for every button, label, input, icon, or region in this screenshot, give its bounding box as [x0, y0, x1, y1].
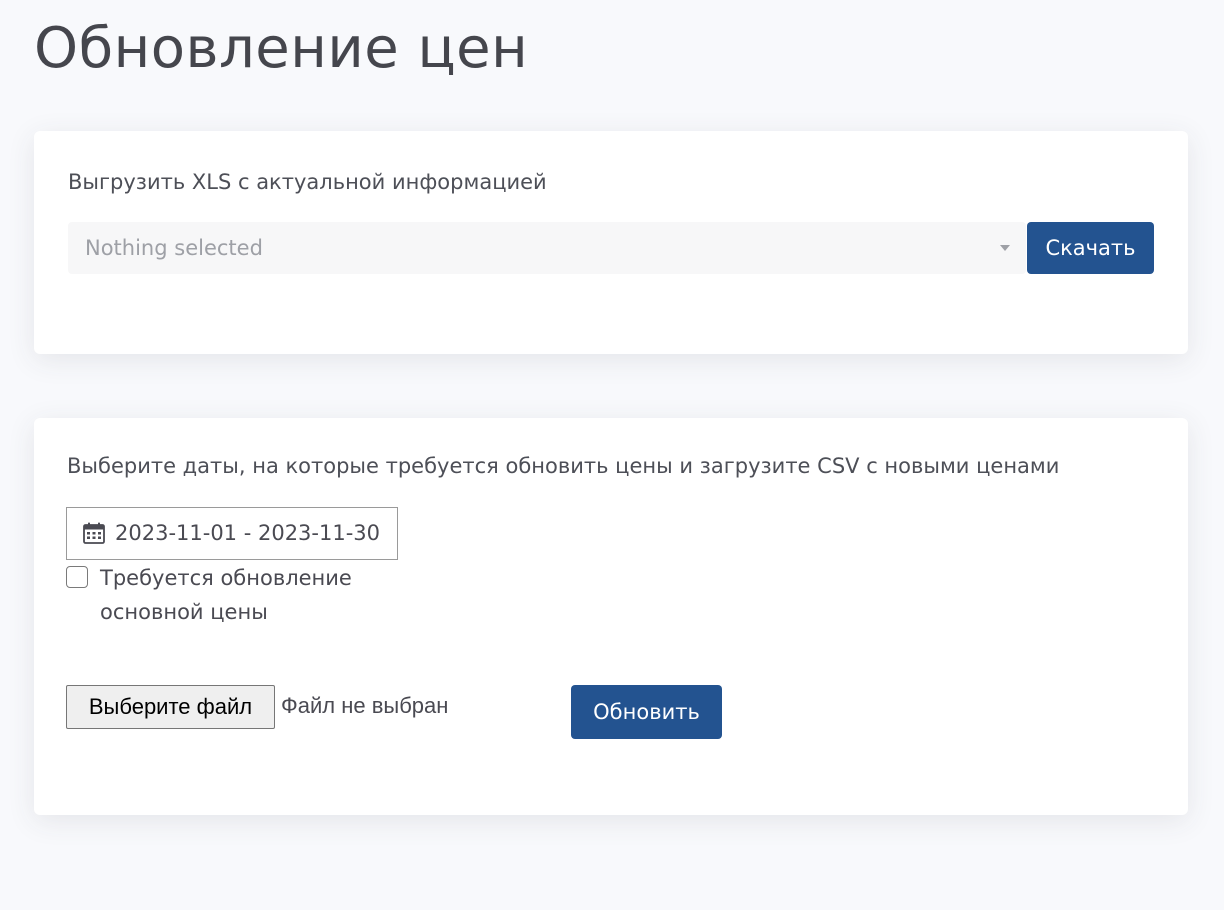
- page-title: Обновление цен: [34, 16, 529, 81]
- date-range-value: 2023-11-01 - 2023-11-30: [115, 521, 381, 545]
- main-price-checkbox[interactable]: [66, 566, 88, 588]
- calendar-icon: [83, 522, 105, 544]
- update-label: Выберите даты, на которые требуется обно…: [67, 454, 1060, 478]
- download-button[interactable]: Скачать: [1027, 222, 1154, 274]
- export-card: Выгрузить XLS с актуальной информацией N…: [34, 131, 1188, 354]
- caret-down-icon: [1000, 245, 1010, 251]
- choose-file-button[interactable]: Выберите файл: [66, 685, 275, 729]
- export-label: Выгрузить XLS с актуальной информацией: [68, 170, 547, 194]
- main-price-checkbox-label[interactable]: Требуется обновление основной цены: [100, 561, 400, 629]
- date-range-picker[interactable]: 2023-11-01 - 2023-11-30: [66, 507, 398, 560]
- update-card: Выберите даты, на которые требуется обно…: [34, 418, 1188, 815]
- update-button[interactable]: Обновить: [571, 685, 722, 739]
- export-select[interactable]: Nothing selected: [68, 222, 1026, 274]
- export-select-value: Nothing selected: [85, 236, 263, 260]
- file-status: Файл не выбран: [281, 693, 449, 718]
